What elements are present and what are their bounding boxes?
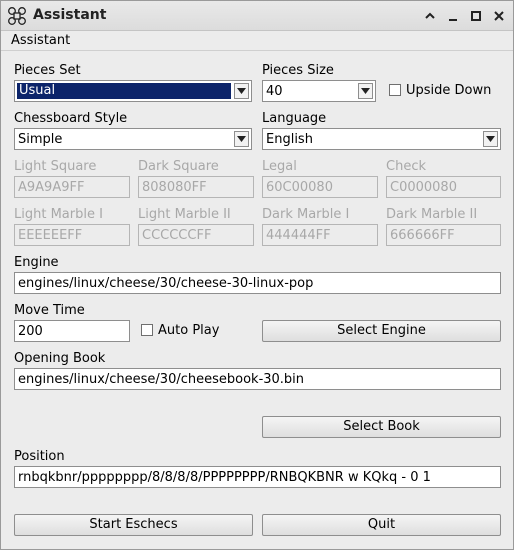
- dark-marble-2-input: [387, 225, 500, 245]
- assistant-window: Assistant Assistant Pieces Set Usual Pie…: [0, 0, 514, 550]
- legal-field: [262, 176, 378, 198]
- chevron-down-icon[interactable]: [483, 131, 498, 147]
- chessboard-style-value: Simple: [18, 132, 63, 147]
- light-marble-2-input: [139, 225, 253, 245]
- pieces-set-select[interactable]: Usual: [14, 80, 252, 102]
- check-input: [387, 177, 500, 197]
- chessboard-style-label: Chessboard Style: [14, 111, 128, 126]
- chevron-down-icon[interactable]: [234, 83, 249, 99]
- light-marble-1-field: [14, 224, 130, 246]
- opening-book-label: Opening Book: [14, 351, 106, 366]
- minimize-icon[interactable]: [444, 7, 462, 25]
- opening-book-input[interactable]: [15, 369, 500, 389]
- pieces-size-value: 40: [266, 84, 283, 99]
- language-value: English: [266, 132, 313, 147]
- position-input[interactable]: [15, 467, 500, 487]
- move-time-field[interactable]: [14, 320, 130, 342]
- dark-marble-2-field: [386, 224, 501, 246]
- menu-assistant[interactable]: Assistant: [11, 33, 70, 48]
- dark-marble-1-input: [263, 225, 377, 245]
- engine-label: Engine: [14, 255, 59, 270]
- move-time-input[interactable]: [15, 321, 129, 341]
- legal-label: Legal: [262, 159, 297, 174]
- light-marble-2-field: [138, 224, 254, 246]
- dark-square-label: Dark Square: [138, 159, 219, 174]
- maximize-icon[interactable]: [467, 7, 485, 25]
- dark-square-input: [139, 177, 253, 197]
- upside-down-label: Upside Down: [406, 83, 492, 98]
- light-square-input: [15, 177, 129, 197]
- language-label: Language: [262, 111, 327, 126]
- light-marble-1-input: [15, 225, 129, 245]
- chessboard-style-select[interactable]: Simple: [14, 128, 252, 150]
- position-label: Position: [14, 449, 65, 464]
- auto-play-label: Auto Play: [158, 323, 220, 338]
- pieces-set-label: Pieces Set: [14, 63, 81, 78]
- dark-marble-1-field: [262, 224, 378, 246]
- window-title: Assistant: [33, 7, 107, 23]
- dark-square-field: [138, 176, 254, 198]
- light-square-label: Light Square: [14, 159, 97, 174]
- quit-button[interactable]: Quit: [262, 514, 501, 536]
- move-time-label: Move Time: [14, 303, 85, 318]
- engine-field[interactable]: [14, 272, 501, 294]
- app-icon: [7, 6, 27, 26]
- select-book-button[interactable]: Select Book: [262, 416, 501, 438]
- light-marble-1-label: Light Marble I: [14, 207, 103, 222]
- light-marble-2-label: Light Marble II: [138, 207, 231, 222]
- dark-marble-2-label: Dark Marble II: [386, 207, 478, 222]
- position-field[interactable]: [14, 466, 501, 488]
- start-eschecs-button[interactable]: Start Eschecs: [14, 514, 253, 536]
- pieces-set-value: Usual: [17, 83, 231, 99]
- select-engine-button[interactable]: Select Engine: [262, 320, 501, 342]
- language-select[interactable]: English: [262, 128, 501, 150]
- auto-play-checkbox[interactable]: [141, 324, 153, 336]
- check-field: [386, 176, 501, 198]
- engine-input[interactable]: [15, 273, 500, 293]
- light-square-field: [14, 176, 130, 198]
- menu-bar: Assistant: [1, 31, 513, 51]
- chevron-down-icon[interactable]: [234, 131, 249, 147]
- opening-book-field[interactable]: [14, 368, 501, 390]
- chevron-down-icon[interactable]: [358, 83, 373, 99]
- title-bar[interactable]: Assistant: [1, 1, 513, 31]
- pieces-size-label: Pieces Size: [262, 63, 334, 78]
- legal-input: [263, 177, 377, 197]
- dark-marble-1-label: Dark Marble I: [262, 207, 350, 222]
- check-label: Check: [386, 159, 426, 174]
- pieces-size-select[interactable]: 40: [262, 80, 376, 102]
- close-icon[interactable]: [490, 7, 508, 25]
- collapse-icon[interactable]: [421, 7, 439, 25]
- upside-down-checkbox[interactable]: [389, 84, 401, 96]
